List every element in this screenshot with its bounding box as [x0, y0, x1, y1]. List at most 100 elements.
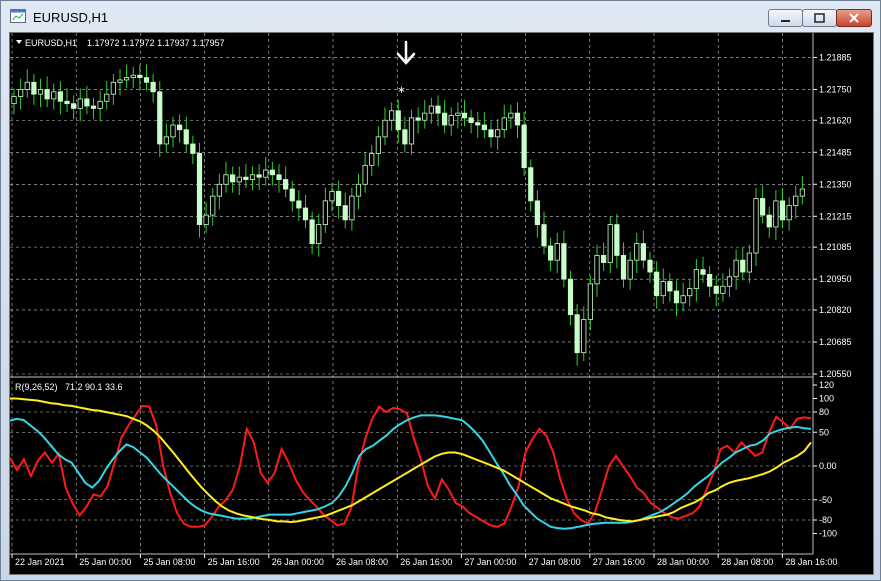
chart-area[interactable]: 1.21885 1.21750 1.21620 1.21485 1.21350 1.212… [9, 32, 874, 575]
candle [44, 89, 50, 100]
candle [104, 93, 110, 102]
candle [18, 89, 24, 97]
time-tick-label: 27 Jan 16:00 [593, 557, 645, 567]
indicator-label: R(9,26,52) [15, 382, 58, 392]
candle [534, 200, 540, 225]
candle [230, 174, 236, 183]
minimize-button[interactable] [768, 9, 803, 27]
candle [322, 200, 328, 225]
candle [667, 281, 673, 292]
candle [263, 169, 269, 178]
candle [289, 188, 295, 202]
candle [150, 81, 156, 93]
price-tick-label: 1.20950 [819, 274, 852, 284]
title-bar[interactable]: EURUSD,H1 [1, 1, 880, 34]
candle [170, 124, 176, 138]
candle [223, 174, 229, 185]
candle [210, 195, 216, 216]
candle [190, 143, 196, 154]
candle [640, 243, 646, 261]
candle [110, 81, 116, 95]
dropdown-triangle-icon[interactable] [16, 40, 22, 44]
time-tick-label: 25 Jan 08:00 [143, 557, 195, 567]
osc-tick-label: -100 [819, 529, 837, 539]
candle [548, 245, 554, 261]
candle [726, 276, 733, 287]
candle [84, 98, 90, 107]
candle [475, 122, 481, 126]
candle [501, 117, 507, 131]
window-title: EURUSD,H1 [33, 10, 109, 25]
candle [488, 129, 494, 138]
indicator-header[interactable]: R(9,26,52) 71.2 90.1 33.6 [15, 382, 123, 392]
candle [673, 290, 680, 304]
candle [567, 278, 574, 316]
candle [177, 124, 183, 131]
time-tick-label: 27 Jan 08:00 [529, 557, 581, 567]
price-tick-label: 1.21485 [819, 147, 852, 157]
time-tick-label: 25 Jan 00:00 [79, 557, 131, 567]
candle [77, 98, 83, 109]
osc-series-line-3 [10, 397, 812, 524]
candle [249, 174, 256, 180]
candle [309, 219, 315, 244]
oscillator-lines [10, 397, 812, 530]
candle [468, 117, 474, 124]
candle [64, 100, 70, 105]
candle [415, 117, 421, 121]
restore-button[interactable] [802, 9, 837, 27]
indicator-values: 71.2 90.1 33.6 [65, 382, 123, 392]
candle [687, 288, 693, 297]
candle [574, 314, 580, 354]
minimize-icon [781, 20, 790, 22]
candle [793, 195, 799, 207]
candle [130, 74, 136, 78]
osc-tick-label: -80 [819, 515, 832, 525]
time-tick-label: 28 Jan 16:00 [785, 557, 837, 567]
restore-icon [814, 13, 825, 23]
time-tick-label: 28 Jan 08:00 [721, 557, 773, 567]
candle [316, 224, 322, 244]
price-tick-label: 1.21885 [819, 52, 852, 62]
time-tick-label: 27 Jan 00:00 [464, 557, 516, 567]
candle [700, 269, 706, 275]
candle [402, 129, 408, 145]
candle [760, 198, 766, 216]
candle [243, 176, 249, 180]
close-button[interactable] [836, 9, 872, 27]
candle [554, 243, 560, 261]
candle [256, 174, 262, 178]
candle [71, 103, 77, 109]
candle [157, 91, 163, 145]
candle [236, 176, 242, 183]
candle [647, 259, 653, 273]
candle [766, 214, 772, 228]
osc-tick-label: 50 [819, 427, 829, 437]
price-tick-label: 1.21350 [819, 179, 852, 189]
candle [183, 129, 189, 145]
candle [428, 105, 434, 114]
candle [97, 100, 103, 109]
close-icon [849, 13, 859, 23]
price-tick-label: 1.21215 [819, 211, 852, 221]
osc-tick-label: -50 [819, 495, 832, 505]
time-tick-label: 26 Jan 00:00 [272, 557, 324, 567]
osc-tick-label: 0.00 [819, 461, 837, 471]
osc-tick-label: 100 [819, 394, 834, 404]
candle [660, 281, 666, 297]
candle [481, 124, 487, 131]
symbol-header[interactable]: EURUSD,H1 1.17972 1.17972 1.17937 1.1795… [16, 38, 225, 48]
candle [448, 115, 454, 126]
candle [51, 91, 57, 100]
time-tick-label: 25 Jan 16:00 [208, 557, 260, 567]
candle [594, 255, 600, 285]
price-chart-canvas[interactable]: 1.21885 1.21750 1.21620 1.21485 1.21350 1.212… [10, 33, 873, 574]
candle [296, 200, 302, 209]
candle [620, 255, 627, 280]
candle [614, 224, 620, 256]
candle [355, 183, 362, 197]
candle [753, 198, 759, 254]
osc-series-line-1 [10, 404, 812, 528]
candle [495, 129, 501, 138]
osc-tick-label: 120 [819, 380, 834, 390]
